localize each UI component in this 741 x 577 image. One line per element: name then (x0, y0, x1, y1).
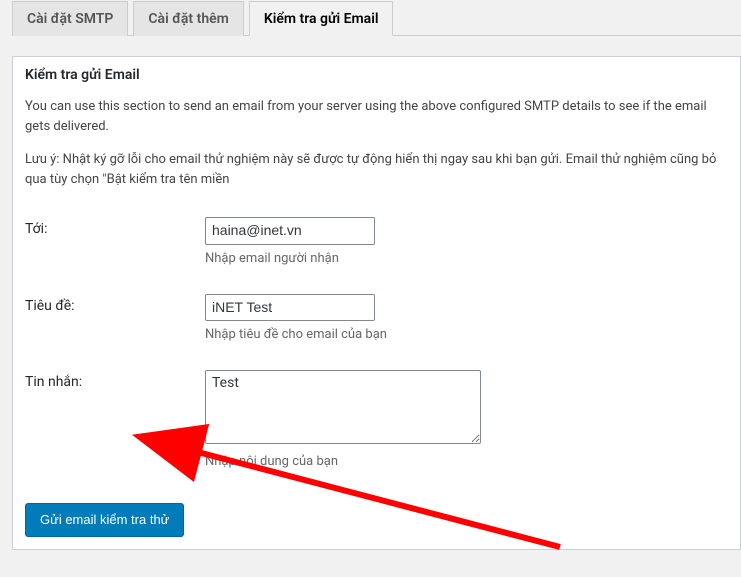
send-test-email-button[interactable]: Gửi email kiểm tra thử (25, 503, 184, 537)
form-table: Tới: Nhập email người nhận Tiêu đề: Nhập… (25, 203, 728, 483)
message-help: Nhập nội dung của bạn (205, 454, 728, 469)
subject-label: Tiêu đề: (25, 280, 205, 357)
tab-test-email[interactable]: Kiểm tra gửi Email (249, 1, 394, 36)
message-label: Tin nhắn: (25, 356, 205, 483)
tab-smtp-settings[interactable]: Cài đặt SMTP (12, 1, 128, 36)
panel-intro-text: You can use this section to send an emai… (25, 97, 728, 136)
to-help: Nhập email người nhận (205, 251, 728, 266)
table-row: Tin nhắn: Nhập nội dung của bạn (25, 356, 728, 483)
subject-help: Nhập tiêu đề cho email của bạn (205, 327, 728, 342)
tab-bar: Cài đặt SMTP Cài đặt thêm Kiểm tra gửi E… (12, 0, 741, 36)
tab-label: Cài đặt SMTP (27, 11, 113, 27)
to-label: Tới: (25, 203, 205, 280)
to-input[interactable] (205, 217, 375, 245)
message-textarea[interactable] (205, 370, 481, 444)
table-row: Tới: Nhập email người nhận (25, 203, 728, 280)
table-row: Tiêu đề: Nhập tiêu đề cho email của bạn (25, 280, 728, 357)
subject-input[interactable] (205, 294, 375, 322)
tab-label: Kiểm tra gửi Email (264, 11, 379, 27)
panel-heading: Kiểm tra gửi Email (13, 57, 740, 93)
tab-additional-settings[interactable]: Cài đặt thêm (133, 1, 243, 36)
test-email-panel: Kiểm tra gửi Email You can use this sect… (12, 56, 741, 550)
tab-label: Cài đặt thêm (148, 11, 228, 27)
panel-note-text: Lưu ý: Nhật ký gỡ lỗi cho email thử nghi… (25, 150, 728, 189)
